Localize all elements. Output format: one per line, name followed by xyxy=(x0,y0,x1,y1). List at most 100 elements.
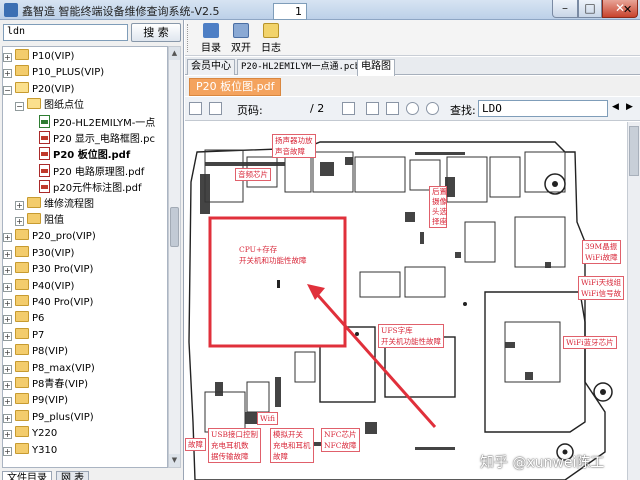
expand-icon[interactable]: + xyxy=(3,69,12,79)
save-icon[interactable] xyxy=(209,102,222,115)
tree-item[interactable]: + P40(VIP) xyxy=(3,278,74,295)
tree-item[interactable]: P20-HL2EMILYM-一点 xyxy=(39,114,155,131)
annotation-usb: USB接口控制 充电耳机数 据传输故障 xyxy=(208,428,261,463)
tab-circuit-diagram[interactable]: 电路图 xyxy=(357,59,395,76)
find-input[interactable]: LDO xyxy=(478,100,608,117)
annotation-ufs: UFS字库 开关机功能性故障 xyxy=(378,324,444,348)
tree-item[interactable]: + P30(VIP) xyxy=(3,245,74,262)
tree-scrollbar[interactable]: ▲ ▼ xyxy=(168,46,181,468)
tree-item[interactable]: + P7 xyxy=(3,327,44,344)
expand-icon[interactable]: + xyxy=(3,299,12,308)
tree-item[interactable]: − 图纸点位 xyxy=(15,98,84,114)
collapse-icon[interactable]: − xyxy=(15,102,24,112)
tree-item[interactable]: + P8(VIP) xyxy=(3,344,69,360)
document-tabs: 会员中心 P20-HL2EMILYM一点通.pcb 电路图 xyxy=(185,57,640,76)
tree-item[interactable]: + Y220 xyxy=(3,426,57,442)
expand-icon[interactable]: + xyxy=(3,233,12,243)
tab-file-directory[interactable]: 文件目录 xyxy=(2,471,52,480)
viewer-scroll-thumb[interactable] xyxy=(629,126,639,176)
expand-icon[interactable]: + xyxy=(15,217,24,226)
tab-netlist[interactable]: 网 表 xyxy=(56,471,90,480)
page-total: / 2 xyxy=(310,102,325,115)
expand-icon[interactable]: + xyxy=(3,282,12,292)
minimize-button[interactable]: – xyxy=(552,0,578,18)
tree-item[interactable]: p20元件标注图.pdf xyxy=(39,180,141,196)
tree-item[interactable]: P20 电路原理图.pdf xyxy=(39,163,145,180)
expand-icon[interactable]: + xyxy=(15,200,24,210)
annotation-cpu: CPU+存存 开关机和功能性故障 xyxy=(239,245,307,265)
tree-item[interactable]: + P9_plus(VIP) xyxy=(3,409,94,426)
page-input[interactable]: 1 xyxy=(273,3,307,20)
tree-item[interactable]: + P8_max(VIP) xyxy=(3,360,95,377)
tree-item[interactable]: − P20(VIP) xyxy=(3,81,74,98)
find-label: 查找: xyxy=(450,104,476,117)
tree-item[interactable]: + Y310 xyxy=(3,442,57,459)
window-title: 鑫智造 智能终端设备维修查询系统-V2.5 xyxy=(22,5,220,18)
expand-icon[interactable]: + xyxy=(3,331,12,341)
zoom-out-icon[interactable] xyxy=(406,102,419,115)
fit-width-icon[interactable] xyxy=(386,102,399,115)
tree-item[interactable]: P20 显示_电路框图.pc xyxy=(39,131,155,147)
tree-item[interactable]: + P9(VIP) xyxy=(3,393,68,409)
tree-item-label: P20 电路原理图.pdf xyxy=(53,166,145,178)
close-button[interactable]: ✕ xyxy=(602,0,638,18)
expand-icon[interactable]: + xyxy=(3,315,12,325)
folder-icon xyxy=(27,213,41,224)
folder-icon xyxy=(15,393,29,405)
expand-icon[interactable]: + xyxy=(3,446,12,456)
find-next-icon[interactable]: ▶ xyxy=(626,102,638,115)
pdf-tab-strip: P20 板位图.pdf xyxy=(185,76,640,96)
tree-item-label: P8(VIP) xyxy=(32,346,69,358)
tree-item[interactable]: + P10(VIP) xyxy=(3,49,74,65)
pdf-viewer[interactable]: 扬声器功放 声音故障 音频芯片 后置 摄像 头选 择座 CPU+存存 开关机和功… xyxy=(185,122,626,480)
maximize-button[interactable]: □ xyxy=(578,0,602,18)
tab-pcb[interactable]: P20-HL2EMILYM一点通.pcb xyxy=(237,59,365,75)
scroll-down-icon[interactable]: ▼ xyxy=(169,454,180,467)
expand-icon[interactable]: + xyxy=(3,381,12,390)
search-button[interactable]: 搜 索 xyxy=(131,23,181,42)
dual-open-button[interactable]: 双开 xyxy=(227,22,255,54)
close-tab-icon[interactable]: ✕ xyxy=(623,3,632,16)
annotation-rear-camera: 后置 摄像 头选 择座 xyxy=(429,186,447,228)
fit-page-icon[interactable] xyxy=(366,102,379,115)
file-tree[interactable]: + P10(VIP) + P10_PLUS(VIP) − P20(VIP) − 图纸点位 P20… xyxy=(2,46,168,468)
viewer-scrollbar[interactable] xyxy=(627,122,640,480)
tab-pdf-file[interactable]: P20 板位图.pdf xyxy=(189,78,282,96)
expand-icon[interactable]: + xyxy=(3,397,12,407)
log-button[interactable]: 日志 xyxy=(257,22,285,54)
expand-icon[interactable]: + xyxy=(3,53,12,62)
collapse-icon[interactable]: − xyxy=(3,85,12,95)
tree-item[interactable]: + P6 xyxy=(3,311,44,327)
folder-icon xyxy=(15,442,29,454)
catalog-icon xyxy=(203,23,219,38)
tree-item[interactable]: + 维修流程图 xyxy=(15,196,94,213)
tree-item[interactable]: + P10_PLUS(VIP) xyxy=(3,65,104,81)
search-input[interactable]: ldn xyxy=(3,24,128,41)
catalog-button[interactable]: 目录 xyxy=(197,22,225,54)
expand-icon[interactable]: + xyxy=(3,430,12,440)
scroll-up-icon[interactable]: ▲ xyxy=(169,47,180,60)
tree-item[interactable]: + P8青春(VIP) xyxy=(3,377,88,393)
folder-icon xyxy=(27,196,41,208)
expand-icon[interactable]: + xyxy=(3,413,12,423)
tree-item[interactable]: + P40 Pro(VIP) xyxy=(3,295,93,311)
folder-icon xyxy=(15,377,29,388)
annotation-wifi-bt-chip: WiFi蓝牙芯片 xyxy=(563,336,617,349)
prev-page-icon[interactable] xyxy=(342,102,355,115)
zoom-in-icon[interactable] xyxy=(426,102,439,115)
scroll-thumb[interactable] xyxy=(170,207,179,247)
expand-icon[interactable]: + xyxy=(3,266,12,276)
tree-item-label: P20 显示_电路框图.pc xyxy=(53,134,155,145)
tree-item[interactable]: + P20_pro(VIP) xyxy=(3,229,96,245)
tree-item[interactable]: + P30 Pro(VIP) xyxy=(3,262,93,278)
print-icon[interactable] xyxy=(189,102,202,115)
tree-item[interactable]: P20 板位图.pdf xyxy=(39,147,130,163)
tab-member-center[interactable]: 会员中心 xyxy=(187,59,235,75)
find-prev-icon[interactable]: ◀ xyxy=(612,102,624,115)
tree-item[interactable]: + 阻值 xyxy=(15,213,64,229)
annotation-speaker-amp: 扬声器功放 声音故障 xyxy=(272,134,316,158)
expand-icon[interactable]: + xyxy=(3,364,12,374)
expand-icon[interactable]: + xyxy=(3,249,12,259)
pdf-file-icon xyxy=(39,180,50,194)
expand-icon[interactable]: + xyxy=(3,348,12,358)
